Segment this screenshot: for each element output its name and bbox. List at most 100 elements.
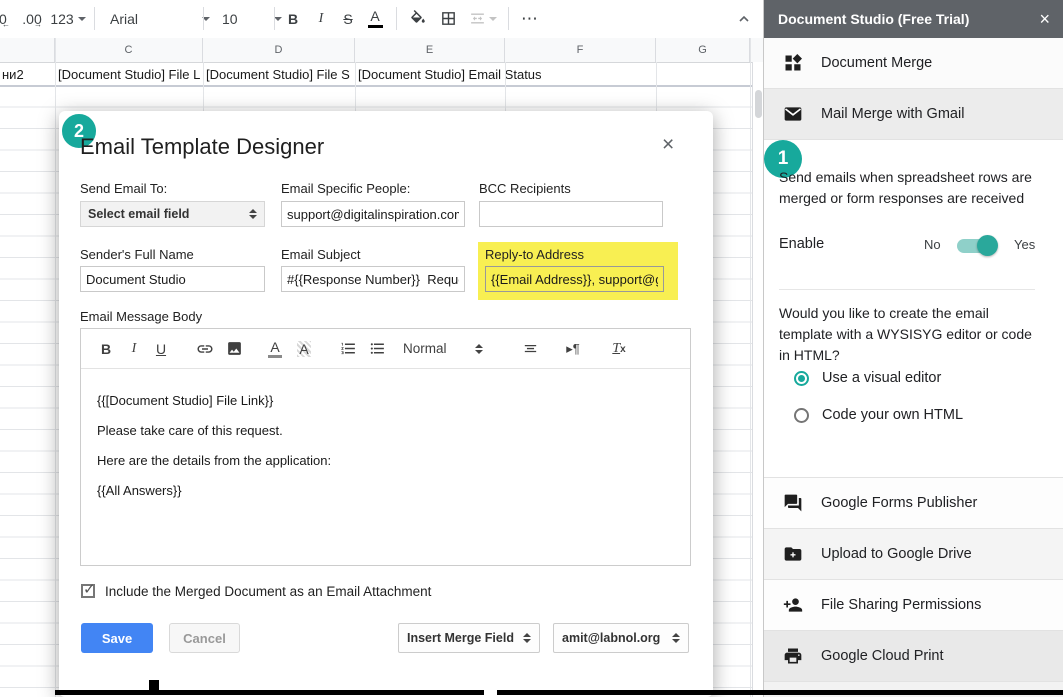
- fill-color-button[interactable]: [404, 0, 432, 37]
- editor-bold-button[interactable]: B: [97, 329, 115, 368]
- font-family-select[interactable]: Arial: [100, 0, 210, 37]
- send-email-to-label: Send Email To:: [80, 181, 167, 196]
- sidebar-item-document-merge[interactable]: Document Merge: [764, 38, 1063, 89]
- sidebar-item-label: Google Forms Publisher: [821, 495, 977, 511]
- email-specific-people-label: Email Specific People:: [281, 181, 410, 196]
- editor-text-color-button[interactable]: A: [266, 329, 284, 368]
- html-editor-radio[interactable]: [794, 408, 809, 423]
- from-email-select[interactable]: amit@labnol.org: [553, 623, 689, 653]
- editor-bulleted-list-button[interactable]: [366, 329, 388, 368]
- link-icon: [196, 340, 214, 358]
- reply-to-address-input[interactable]: [485, 266, 664, 292]
- sender-full-name-input[interactable]: [80, 266, 265, 292]
- toggle-knob[interactable]: [977, 235, 998, 256]
- increase-decimal-arrow-icon: →: [34, 20, 42, 29]
- send-email-to-value: Select email field: [88, 207, 245, 221]
- cell-b1[interactable]: ни2: [2, 67, 54, 82]
- sidebar-title: Document Studio (Free Trial): [778, 11, 1039, 27]
- column-header-c[interactable]: C: [55, 38, 203, 62]
- enable-label: Enable: [779, 236, 824, 252]
- column-label: E: [426, 44, 433, 56]
- strikethrough-icon: S: [343, 11, 352, 27]
- select-spinner-icon: [475, 344, 483, 354]
- editor-line[interactable]: Here are the details from the applicatio…: [97, 453, 331, 468]
- select-spinner-icon: [249, 209, 257, 219]
- sheets-toolbar: .0 ← .00 → 123 Arial 10 B I S: [0, 0, 762, 39]
- font-size-select[interactable]: 10: [210, 0, 282, 37]
- sidebar-close-icon[interactable]: ×: [1039, 9, 1050, 30]
- bold-button[interactable]: B: [280, 0, 306, 37]
- font-size-value: 10: [222, 11, 274, 27]
- email-subject-input[interactable]: [281, 266, 465, 292]
- save-button[interactable]: Save: [81, 623, 153, 653]
- enable-toggle[interactable]: [957, 239, 995, 253]
- dropdown-arrow-icon: [489, 17, 497, 21]
- gridline-vertical: [656, 62, 657, 112]
- message-body-editor[interactable]: B I U A: [80, 328, 691, 566]
- attachment-checkbox[interactable]: ✓: [81, 584, 95, 598]
- column-header-d[interactable]: D: [203, 38, 355, 62]
- send-email-to-select[interactable]: Select email field: [80, 201, 265, 227]
- sidebar-item-mail-merge[interactable]: Mail Merge with Gmail: [764, 89, 1063, 140]
- bold-icon: B: [101, 341, 111, 357]
- sidebar-item-cloud-print[interactable]: Google Cloud Print: [764, 631, 1063, 682]
- editor-underline-button[interactable]: U: [152, 329, 170, 368]
- column-header-f[interactable]: F: [505, 38, 656, 62]
- cell-d1[interactable]: [Document Studio] File S: [206, 67, 354, 82]
- corner-header-cell[interactable]: [0, 38, 55, 62]
- toolbar-divider: [396, 7, 397, 30]
- sidebar-item-upload-drive[interactable]: Upload to Google Drive: [764, 529, 1063, 580]
- editor-highlight-button[interactable]: A: [294, 329, 314, 368]
- mail-merge-description: Send emails when spreadsheet rows are me…: [779, 167, 1035, 209]
- scrollbar-thumb[interactable]: [755, 90, 762, 118]
- editor-italic-button[interactable]: I: [125, 329, 143, 368]
- editor-link-button[interactable]: [194, 329, 216, 368]
- merge-cells-button[interactable]: [463, 0, 503, 37]
- italic-button[interactable]: I: [308, 0, 334, 37]
- dialog-close-icon[interactable]: ×: [662, 133, 674, 157]
- borders-button[interactable]: [434, 0, 462, 37]
- editor-toolbar: B I U A: [81, 329, 690, 369]
- editor-clear-formatting-button[interactable]: T x: [607, 329, 631, 368]
- bcc-recipients-label: BCC Recipients: [479, 181, 571, 196]
- merge-cells-icon: [469, 10, 486, 27]
- toolbar-divider: [94, 7, 95, 30]
- chevron-up-icon: [736, 11, 752, 27]
- visual-editor-radio-label: Use a visual editor: [822, 370, 941, 386]
- cell-e1[interactable]: [Document Studio] Email Status: [358, 67, 598, 82]
- insert-merge-field-select[interactable]: Insert Merge Field: [398, 623, 540, 653]
- underline-icon: U: [156, 341, 166, 357]
- html-editor-radio-label: Code your own HTML: [822, 407, 963, 423]
- decrease-decimal-button[interactable]: .0 ←: [0, 0, 14, 37]
- strikethrough-button[interactable]: S: [335, 0, 361, 37]
- more-toolbar-button[interactable]: ⋯: [515, 0, 545, 37]
- video-progress-bar: [55, 690, 484, 695]
- text-color-button[interactable]: A: [362, 0, 388, 37]
- column-header-g[interactable]: G: [656, 38, 750, 62]
- editor-align-button[interactable]: [519, 329, 541, 368]
- paragraph-style-value: Normal: [403, 341, 471, 356]
- editor-paragraph-style-select[interactable]: Normal: [403, 329, 483, 368]
- mail-icon: [783, 104, 803, 124]
- editor-image-button[interactable]: [223, 329, 245, 368]
- editor-line[interactable]: {{All Answers}}: [97, 483, 182, 498]
- gridline-vertical: [505, 62, 506, 112]
- vertical-scrollbar[interactable]: [752, 62, 763, 697]
- app-root: .0 ← .00 → 123 Arial 10 B I S: [0, 0, 1063, 697]
- sidebar-item-file-sharing[interactable]: File Sharing Permissions: [764, 580, 1063, 631]
- editor-paragraph-direction-button[interactable]: ▸¶: [561, 329, 585, 368]
- increase-decimal-button[interactable]: .00 →: [18, 0, 46, 37]
- column-label: F: [577, 44, 584, 56]
- cell-c1[interactable]: [Document Studio] File L: [58, 67, 202, 82]
- visual-editor-radio[interactable]: [794, 371, 809, 386]
- column-header-e[interactable]: E: [355, 38, 505, 62]
- bcc-recipients-input[interactable]: [479, 201, 663, 227]
- cancel-button[interactable]: Cancel: [169, 623, 240, 653]
- number-format-button[interactable]: 123: [48, 0, 88, 37]
- editor-line[interactable]: {{[Document Studio] File Link}}: [97, 393, 273, 408]
- sidebar-item-forms-publisher[interactable]: Google Forms Publisher: [764, 478, 1063, 529]
- collapse-toolbar-button[interactable]: [730, 0, 758, 37]
- editor-numbered-list-button[interactable]: [337, 329, 359, 368]
- editor-line[interactable]: Please take care of this request.: [97, 423, 283, 438]
- email-specific-people-input[interactable]: [281, 201, 465, 227]
